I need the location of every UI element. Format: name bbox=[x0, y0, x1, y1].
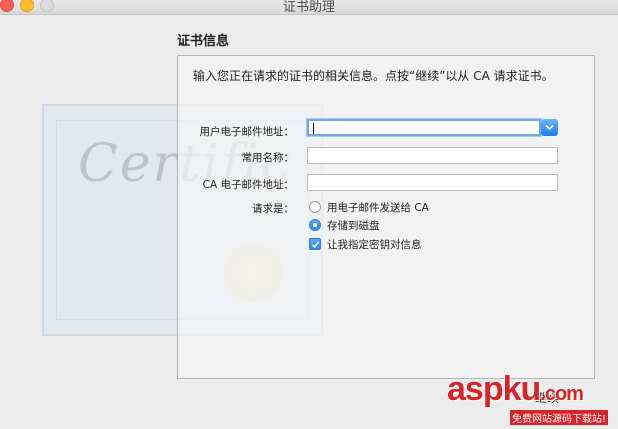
radio-email-label: 用电子邮件发送给 CA bbox=[327, 201, 429, 214]
watermark-brand: aspku.com bbox=[447, 370, 584, 409]
panel-description: 输入您正在请求的证书的相关信息。点按“继续”以从 CA 请求证书。 bbox=[193, 69, 554, 83]
key-pair-label: 让我指定密钥对信息 bbox=[327, 238, 422, 251]
radio-button-email[interactable] bbox=[309, 201, 321, 213]
common-name-field[interactable] bbox=[307, 147, 558, 164]
ca-email-label: CA 电子邮件地址： bbox=[202, 179, 294, 191]
email-combobox[interactable] bbox=[307, 119, 541, 136]
text-caret bbox=[313, 123, 314, 134]
watermark-brand-name: aspku bbox=[447, 370, 541, 408]
radio-save-to-disk[interactable]: 存储到磁盘 bbox=[309, 218, 380, 232]
email-dropdown-button[interactable] bbox=[541, 119, 558, 136]
radio-email-to-ca[interactable]: 用电子邮件发送给 CA bbox=[309, 200, 429, 214]
request-type-label: 请求是： bbox=[252, 203, 294, 215]
title-bar: 证书助理 bbox=[0, 0, 618, 15]
ca-email-field[interactable] bbox=[307, 174, 558, 191]
email-label: 用户电子邮件地址： bbox=[199, 126, 295, 138]
common-name-label: 常用名称： bbox=[241, 152, 295, 164]
radio-button-disk[interactable] bbox=[309, 219, 321, 231]
watermark-logo: aspku.com 免费网站源码下载站! bbox=[447, 370, 618, 429]
certificate-info-panel: 输入您正在请求的证书的相关信息。点按“继续”以从 CA 请求证书。 用户电子邮件… bbox=[177, 55, 595, 379]
key-pair-checkbox-row[interactable]: 让我指定密钥对信息 bbox=[309, 237, 422, 251]
chevron-down-icon bbox=[545, 124, 554, 131]
radio-disk-label: 存储到磁盘 bbox=[327, 219, 380, 232]
window-title: 证书助理 bbox=[282, 0, 335, 15]
watermark-tagline: 免费网站源码下载站! bbox=[510, 410, 609, 425]
checkmark-icon bbox=[311, 241, 320, 249]
watermark-domain: .com bbox=[540, 383, 584, 405]
key-pair-checkbox[interactable] bbox=[309, 238, 321, 250]
section-title: 证书信息 bbox=[177, 34, 230, 49]
